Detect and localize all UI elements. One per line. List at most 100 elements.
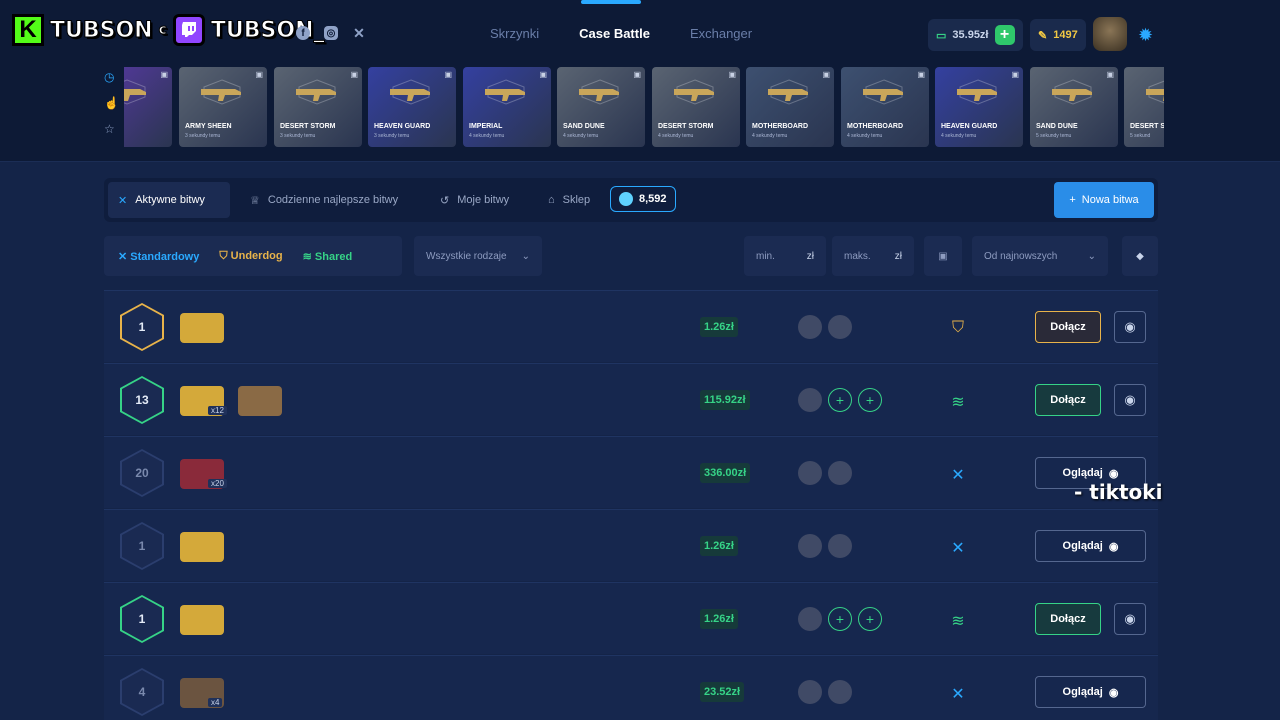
battle-price: 1.26zł [700, 536, 738, 556]
instagram-icon[interactable]: ◎ [324, 26, 338, 40]
join-button[interactable]: Dołącz [1035, 311, 1101, 343]
filter-standard[interactable]: ✕ Standardowy [118, 250, 199, 263]
player-avatar[interactable] [798, 388, 822, 412]
min-price-input[interactable]: min. zł [744, 236, 826, 276]
tab-daily-best[interactable]: ♕ Codzienne najlepsze bitwy [240, 182, 408, 218]
drop-name: MOTHERBOARD [752, 123, 808, 130]
tab-active-battles[interactable]: ✕ Aktywne bitwy [108, 182, 230, 218]
player-avatar[interactable] [828, 534, 852, 558]
eye-icon: ◉ [1108, 467, 1119, 480]
drop-name: SAND DUNE [1036, 123, 1078, 130]
wallet-icon: ▭ [936, 29, 947, 42]
drop-item[interactable]: ▣ MOTHERBOARD 4 sekundy temu [841, 67, 929, 147]
weapon-icon [1052, 79, 1092, 105]
watch-eye-button[interactable]: ◉ [1114, 603, 1146, 635]
drop-item[interactable]: ▣ IMPERIAL 4 sekundy temu [463, 67, 551, 147]
standard-mode-icon: ✕ [951, 686, 965, 703]
eye-icon: ◉ [1124, 392, 1136, 407]
players-slots [798, 534, 852, 558]
plus-icon: + [1069, 194, 1076, 206]
players-slots [798, 315, 852, 339]
balance-value: 35.95zł [952, 29, 989, 41]
max-price-input[interactable]: maks. zł [832, 236, 914, 276]
drop-item[interactable]: ▣ ARMY SHEEN 3 sekundy temu [179, 67, 267, 147]
drop-name: ARMY SHEEN [185, 123, 232, 130]
player-avatar[interactable] [828, 680, 852, 704]
player-avatar[interactable] [798, 680, 822, 704]
underdog-mode-icon: ⛉ [951, 319, 964, 336]
shared-mode-icon: ≋ [951, 613, 965, 630]
weapon-icon [768, 79, 808, 105]
watch-eye-button[interactable]: ◉ [1114, 384, 1146, 416]
weapon-icon [390, 79, 430, 105]
balance-display[interactable]: ▭ 35.95zł + [928, 19, 1023, 51]
x-icon[interactable]: ✕ [352, 25, 366, 41]
drop-time: 4 sekundy temu [941, 133, 977, 139]
facebook-icon[interactable]: f [296, 26, 310, 40]
drop-item[interactable]: ▣ SAND DUNE 4 sekundy temu [557, 67, 645, 147]
drop-item[interactable]: ▣ HEAVEN GUARD 4 sekundy temu [935, 67, 1023, 147]
tab-shop[interactable]: ⌂ Sklep [538, 182, 600, 218]
streamer-logo: K TUBSON c TUBSON_ [12, 14, 325, 46]
drop-time: 3 sekundy temu [374, 133, 410, 139]
join-slot-button[interactable]: + [828, 607, 852, 631]
nav-exchanger[interactable]: Exchanger [690, 26, 752, 41]
user-avatar[interactable] [1093, 17, 1127, 51]
deposit-button[interactable]: + [994, 25, 1015, 45]
new-battle-button[interactable]: + Nowa bitwa [1054, 182, 1154, 218]
drop-item[interactable]: ▣ DESERT STORM 4 sekundy temu [652, 67, 740, 147]
watch-eye-button[interactable]: ◉ [1114, 311, 1146, 343]
player-avatar[interactable] [798, 607, 822, 631]
sort-select[interactable]: Od najnowszych ⌄ [972, 236, 1108, 276]
join-slot-button[interactable]: + [858, 388, 882, 412]
drop-item[interactable]: ▣ HEAVEN GUARD 3 sekundy temu [368, 67, 456, 147]
case-icon: ▣ [160, 70, 168, 79]
action-label: Dołącz [1050, 613, 1086, 625]
filter-shared[interactable]: ≋ Shared [303, 250, 353, 263]
join-button[interactable]: Dołącz [1035, 384, 1101, 416]
coins-display[interactable]: ✎ 1497 [1030, 19, 1086, 51]
drop-name: IMPERIAL [469, 123, 503, 130]
watch-button[interactable]: Oglądaj ◉ [1035, 676, 1146, 708]
drop-time: 3 sekundy temu [185, 133, 221, 139]
battle-row: 1 1.26zł ✕ Oglądaj ◉ [104, 509, 1158, 581]
weapon-icon [1146, 80, 1164, 104]
join-slot-button[interactable]: + [828, 388, 852, 412]
nav-case-battle[interactable]: Case Battle [579, 0, 650, 41]
player-avatar[interactable] [828, 315, 852, 339]
filter-underdog[interactable]: ⛉ Underdog [219, 250, 282, 263]
star-icon[interactable]: ☆ [104, 122, 119, 136]
player-avatar[interactable] [828, 461, 852, 485]
weapon-icon [296, 79, 336, 105]
watch-button[interactable]: Oglądaj ◉ [1035, 530, 1146, 562]
drop-item[interactable]: ▣ MOTHERBOARD 4 sekundy temu [746, 67, 834, 147]
case-icon: ▣ [1106, 70, 1114, 79]
drop-item[interactable]: ▣ DESERT STORM 3 sekundy temu [274, 67, 362, 147]
standard-mode-icon: ✕ [951, 540, 965, 557]
join-button[interactable]: Dołącz [1035, 603, 1101, 635]
eraser-icon[interactable]: ◆ [1122, 236, 1158, 276]
calendar-icon[interactable]: ▣ [924, 236, 962, 276]
case-count: x20 [208, 479, 227, 488]
player-avatar[interactable] [798, 534, 822, 558]
player-avatar[interactable] [798, 461, 822, 485]
kick-name: TUBSON [50, 17, 154, 43]
type-select[interactable]: Wszystkie rodzaje ⌄ [414, 236, 542, 276]
drop-item[interactable]: ▣ SAND DUNE 5 sekundy temu [1030, 67, 1118, 147]
nav-cases[interactable]: Skrzynki [490, 26, 539, 41]
clock-icon[interactable]: ◷ [104, 70, 119, 84]
tab-my-battles[interactable]: ↺ Moje bitwy [430, 182, 519, 218]
players-slots: + + [798, 607, 882, 631]
gems-balance[interactable]: 8,592 [610, 186, 676, 212]
gem-icon [619, 192, 633, 206]
drops-filter: ◷ ☝ ☆ [104, 70, 119, 136]
thumbs-up-icon[interactable]: ☝ [104, 96, 119, 110]
case-icon: ▣ [255, 70, 263, 79]
player-avatar[interactable] [798, 315, 822, 339]
case-icon: ▣ [728, 70, 736, 79]
standard-mode-icon: ✕ [951, 467, 965, 484]
drop-item[interactable]: ▣DESERT S5 sekund [1124, 67, 1164, 147]
drop-item[interactable]: ▣NG [124, 67, 172, 147]
gear-icon[interactable]: ✹ [1138, 26, 1156, 44]
join-slot-button[interactable]: + [858, 607, 882, 631]
